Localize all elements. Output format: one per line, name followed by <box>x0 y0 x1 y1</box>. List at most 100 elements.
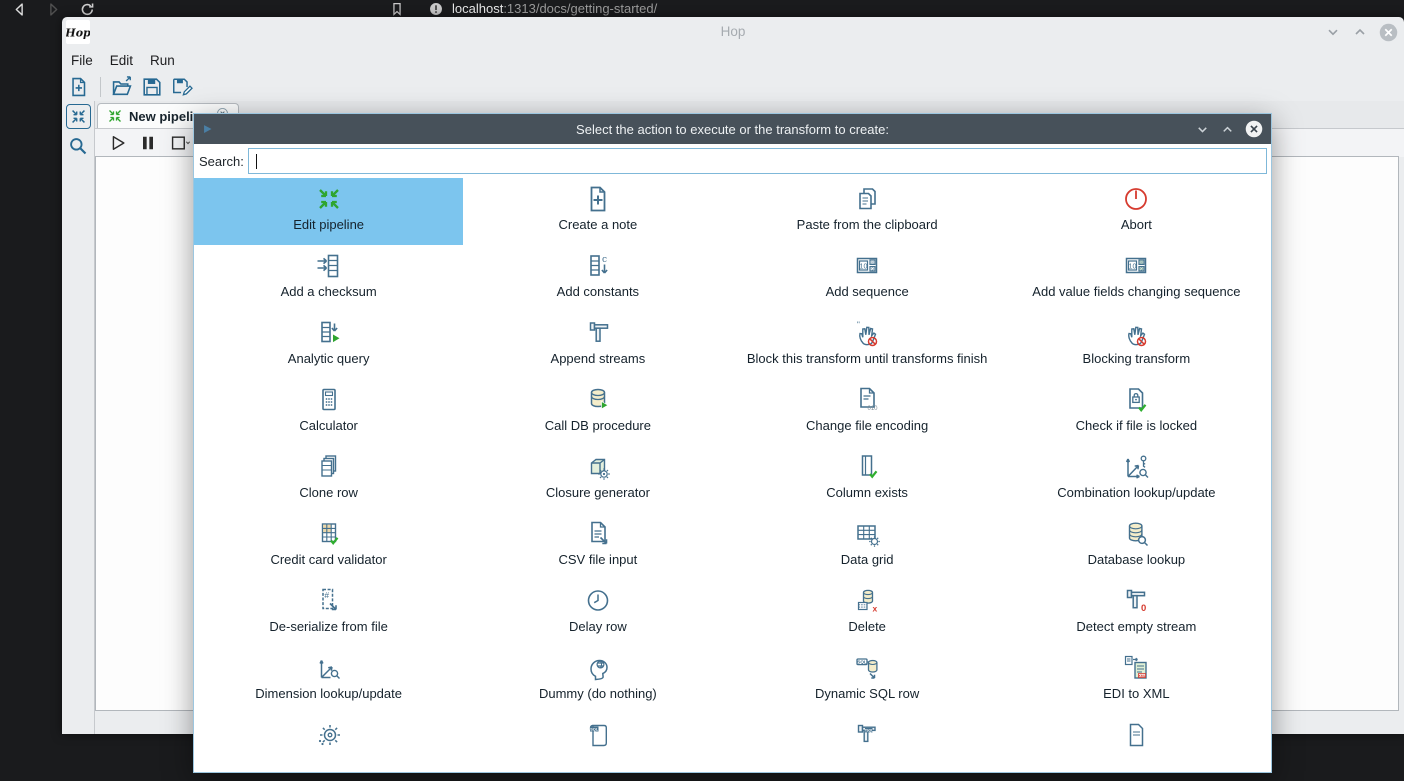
transform-label: Column exists <box>826 485 908 500</box>
chevron-down-light-icon[interactable] <box>1195 122 1210 137</box>
menu-bar: File Edit Run <box>62 47 175 73</box>
menu-run[interactable]: Run <box>150 53 175 68</box>
search-label: Search: <box>199 154 248 169</box>
transform-label: Abort <box>1121 217 1152 232</box>
new-file-icon[interactable] <box>68 76 90 98</box>
forward-icon[interactable] <box>46 2 61 17</box>
database-lookup-icon <box>1120 518 1152 550</box>
transform-item[interactable]: Blocking transform <box>1002 312 1271 379</box>
chevron-up-icon[interactable] <box>1352 24 1368 40</box>
transform-item[interactable] <box>194 714 463 781</box>
window-title: Hop <box>62 17 1404 47</box>
blocking-transform-icon <box>1120 317 1152 349</box>
detect-empty-icon: 0 <box>1120 585 1152 617</box>
transform-item[interactable]: SQL Dynamic SQL row <box>733 647 1002 714</box>
transform-label: Change file encoding <box>806 418 928 433</box>
transform-item[interactable]: Credit card validator <box>194 513 463 580</box>
transform-item[interactable]: #De-serialize from file <box>194 580 463 647</box>
toolbar-separator <box>100 77 101 97</box>
transform-item[interactable]: Closure generator <box>463 446 732 513</box>
transform-label: Delay row <box>569 619 627 634</box>
save-as-icon[interactable] <box>171 76 193 98</box>
transform-item[interactable]: 1089Add sequence <box>733 245 1002 312</box>
save-file-icon[interactable] <box>141 76 163 98</box>
transform-item[interactable]: Analytic query <box>194 312 463 379</box>
open-file-icon[interactable] <box>111 76 133 98</box>
transform-item[interactable] <box>1002 714 1271 781</box>
paste-clipboard-icon <box>851 183 883 215</box>
transform-item[interactable]: Dummy (do nothing) <box>463 647 732 714</box>
svg-text:8: 8 <box>1141 260 1144 265</box>
call-db-procedure-icon <box>582 384 614 416</box>
svg-text:9: 9 <box>1141 266 1144 271</box>
dimension-lookup-icon <box>313 652 345 684</box>
transform-item[interactable]: Create a note <box>463 178 732 245</box>
address-bar[interactable]: localhost:1313/docs/getting-started/ <box>452 0 657 18</box>
transform-item[interactable]: Edit pipeline <box>194 178 463 245</box>
transform-item[interactable]: Paste from the clipboard <box>733 178 1002 245</box>
gear-icon <box>313 719 345 751</box>
back-icon[interactable] <box>12 2 27 17</box>
column-exists-icon <box>851 451 883 483</box>
transform-label: Dynamic SQL row <box>815 686 919 701</box>
data-orchestration-icon[interactable] <box>66 104 91 129</box>
dialog-close-icon[interactable] <box>1245 120 1263 138</box>
combination-lookup-icon <box>1120 451 1152 483</box>
svg-text:SQL: SQL <box>857 659 867 664</box>
transform-label: Dimension lookup/update <box>255 686 402 701</box>
dummy-icon <box>582 652 614 684</box>
transform-item[interactable]: cAdd constants <box>463 245 732 312</box>
transform-item[interactable]: CSV file input <box>463 513 732 580</box>
transform-item[interactable]: Database lookup <box>1002 513 1271 580</box>
transform-item[interactable]: SQL <box>463 714 732 781</box>
transform-item[interactable]: Call DB procedure <box>463 379 732 446</box>
svg-text:SQL: SQL <box>590 727 598 731</box>
transform-label: Create a note <box>558 217 637 232</box>
transform-item[interactable]: "Block this transform until transforms f… <box>733 312 1002 379</box>
add-constants-icon: c <box>582 250 614 282</box>
search-input[interactable] <box>248 148 1267 174</box>
transform-item[interactable]: 010Change file encoding <box>733 379 1002 446</box>
transform-item[interactable]: 0Detect empty stream <box>1002 580 1271 647</box>
transform-item[interactable]: Combination lookup/update <box>1002 446 1271 513</box>
window-close-icon[interactable] <box>1379 23 1398 42</box>
svg-text:c: c <box>602 255 607 265</box>
dialog-header[interactable]: Select the action to execute or the tran… <box>194 114 1271 144</box>
transform-label: Data grid <box>841 552 894 567</box>
edi-to-xml-icon: XML <box>1120 652 1152 684</box>
menu-file[interactable]: File <box>71 53 93 68</box>
transform-item[interactable]: Data grid <box>733 513 1002 580</box>
transform-item[interactable]: Column exists <box>733 446 1002 513</box>
perspective-bar <box>62 101 95 734</box>
transform-item[interactable]: Dimension lookup/update <box>194 647 463 714</box>
transform-item[interactable]: Clone row <box>194 446 463 513</box>
site-info-icon[interactable] <box>429 2 443 16</box>
bookmark-icon[interactable] <box>390 2 404 16</box>
transform-item[interactable]: Check if file is locked <box>1002 379 1271 446</box>
abort-icon <box>1120 183 1152 215</box>
transform-label: Database lookup <box>1088 552 1186 567</box>
pause-icon[interactable] <box>138 133 158 153</box>
transform-item[interactable]: Append streams <box>463 312 732 379</box>
run-icon[interactable] <box>108 133 128 153</box>
refresh-icon[interactable] <box>80 2 95 17</box>
transform-label: EDI to XML <box>1103 686 1169 701</box>
menu-edit[interactable]: Edit <box>110 53 133 68</box>
transform-item[interactable]: 1089Add value fields changing sequence <box>1002 245 1271 312</box>
transform-item[interactable]: Add a checksum <box>194 245 463 312</box>
transform-picker-dialog: Select the action to execute or the tran… <box>193 113 1272 773</box>
transform-item[interactable]: XML EDI to XML <box>1002 647 1271 714</box>
transform-label: Append streams <box>551 351 646 366</box>
transform-item[interactable]: Calculator <box>194 379 463 446</box>
transform-item[interactable]: TSQL <box>733 714 1002 781</box>
add-sequence-icon: 1089 <box>851 250 883 282</box>
transform-item[interactable]: Delay row <box>463 580 732 647</box>
search-perspective-icon[interactable] <box>68 136 88 156</box>
transform-item[interactable]: xDelete <box>733 580 1002 647</box>
chevron-down-icon[interactable] <box>1325 24 1341 40</box>
append-streams-icon <box>582 317 614 349</box>
stop-icon[interactable] <box>168 133 193 153</box>
transform-item[interactable]: Abort <box>1002 178 1271 245</box>
main-toolbar <box>62 73 193 101</box>
chevron-up-light-icon[interactable] <box>1220 122 1235 137</box>
